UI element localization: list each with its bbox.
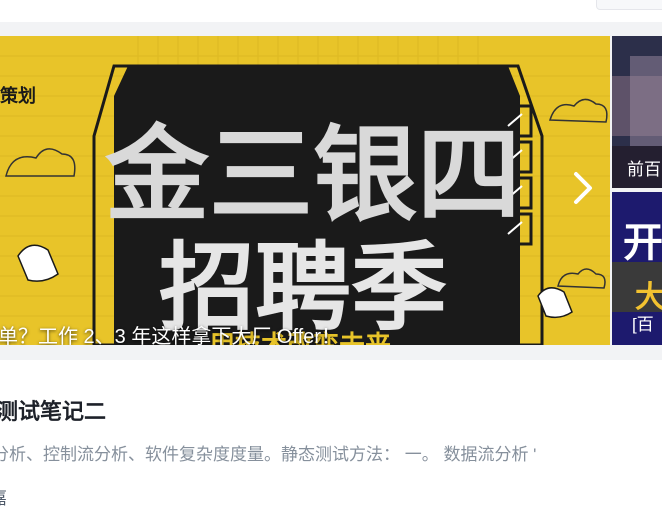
side-card-2-caption[interactable]: [百 [632,310,654,335]
banner-artwork: 金三银四 招聘季 用技术改变未来 [0,36,610,345]
banner-caption[interactable]: 单？工作 2、3 年这样拿下大厂 Offer！ [0,320,341,345]
top-navbar [0,0,662,22]
banner-tag: 策划 [0,86,36,106]
article-summary[interactable]: 分析、控制流分析、软件复杂度度量。静态测试方法： 一。 数据流分析 ' [0,440,536,465]
side-card-2-headline: 开 [623,221,662,265]
banner-headline-1: 金三银四 [104,114,521,236]
side-card-1-caption[interactable]: 前百 [627,155,661,180]
carousel-next-button[interactable] [570,170,600,206]
article-title[interactable]: 测试笔记二 [0,394,106,426]
chevron-right-icon [574,172,592,204]
search-box[interactable] [596,0,662,10]
article-author[interactable]: 嘉 [0,484,7,509]
carousel-banner[interactable]: 金三银四 招聘季 用技术改变未来 策划 单？工作 2、3 年这样拿下大厂 Off… [0,36,610,345]
